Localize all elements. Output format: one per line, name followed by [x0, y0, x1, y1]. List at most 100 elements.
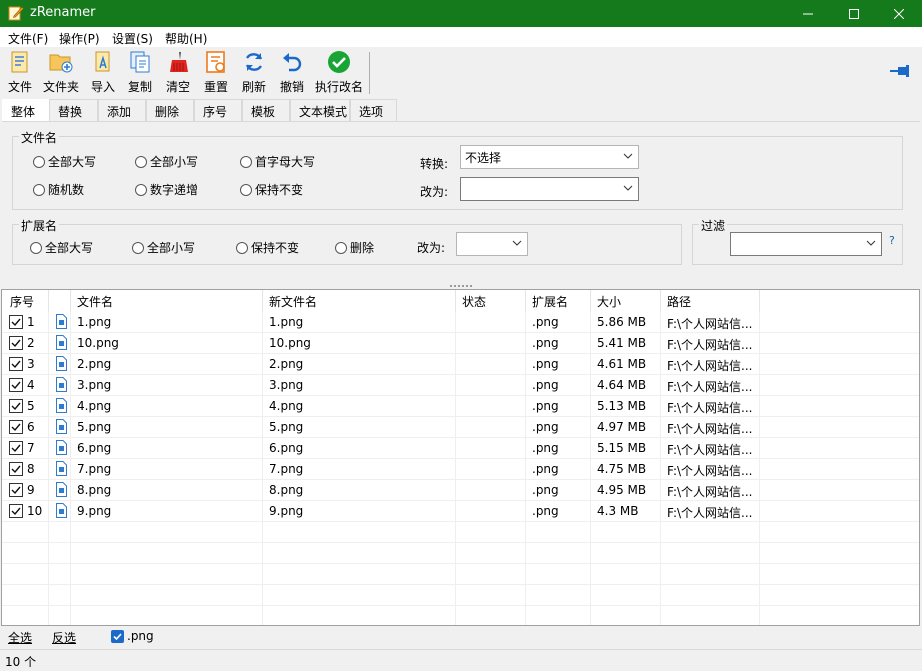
- ext-upper-radio[interactable]: 全部大写: [30, 239, 93, 256]
- row-checkbox[interactable]: [9, 441, 23, 455]
- row-checkbox[interactable]: [9, 357, 23, 371]
- file-open-icon: [11, 51, 28, 73]
- table-row[interactable]: 5 4.png 4.png .png 5.13 MB F:\个人网站信...: [2, 396, 919, 417]
- tab-delete[interactable]: 删除: [146, 99, 194, 121]
- col-header-path[interactable]: 路径: [661, 290, 760, 312]
- ext-filter-checkbox[interactable]: .png: [111, 629, 154, 643]
- filename-upper-radio[interactable]: 全部大写: [33, 153, 96, 170]
- close-icon: [894, 8, 904, 19]
- row-size: 5.15 MB: [591, 438, 661, 459]
- ext-lower-radio[interactable]: 全部小写: [132, 239, 195, 256]
- row-path: F:\个人网站信...: [661, 417, 760, 438]
- import-button[interactable]: 导入: [89, 49, 117, 95]
- execute-rename-button[interactable]: 执行改名: [314, 49, 364, 95]
- reset-button[interactable]: 重置: [202, 49, 230, 95]
- row-checkbox[interactable]: [9, 483, 23, 497]
- row-extension: .png: [526, 480, 591, 501]
- tab-options[interactable]: 选项: [350, 99, 397, 121]
- table-row[interactable]: 8 7.png 7.png .png 4.75 MB F:\个人网站信...: [2, 459, 919, 480]
- menu-file[interactable]: 文件(F): [8, 30, 48, 47]
- radio-circle-icon: [33, 155, 45, 168]
- maximize-button[interactable]: [831, 0, 877, 27]
- row-checkbox[interactable]: [9, 336, 23, 350]
- col-header-status[interactable]: 状态: [456, 290, 526, 312]
- filename-keep-radio[interactable]: 保持不变: [240, 181, 303, 198]
- row-checkbox[interactable]: [9, 399, 23, 413]
- copy-button[interactable]: 复制: [126, 49, 154, 95]
- empty-cell: [661, 522, 760, 543]
- col-header-index[interactable]: 序号: [2, 290, 49, 312]
- empty-cell: [49, 564, 71, 585]
- filename-group-title: 文件名: [19, 129, 60, 146]
- filename-capitalize-radio[interactable]: 首字母大写: [240, 153, 315, 170]
- filename-lower-radio[interactable]: 全部小写: [135, 153, 198, 170]
- row-index: 2: [27, 336, 35, 350]
- row-file-icon-cell: [49, 438, 71, 459]
- tab-number[interactable]: 序号: [194, 99, 242, 121]
- filename-increment-radio[interactable]: 数字递增: [135, 181, 198, 198]
- tab-replace[interactable]: 替换: [49, 99, 98, 121]
- folder-button[interactable]: 文件夹: [42, 49, 80, 95]
- tab-template[interactable]: 模板: [242, 99, 290, 121]
- splitter-grip-icon[interactable]: [447, 284, 477, 288]
- row-index: 10: [27, 504, 43, 518]
- row-file-icon-cell: [49, 312, 71, 333]
- radio-circle-icon: [33, 183, 45, 196]
- col-header-filename[interactable]: 文件名: [71, 290, 263, 312]
- table-row[interactable]: 10 9.png 9.png .png 4.3 MB F:\个人网站信...: [2, 501, 919, 522]
- menu-help[interactable]: 帮助(H): [165, 30, 207, 47]
- filename-random-radio[interactable]: 随机数: [33, 181, 84, 198]
- close-button[interactable]: [876, 0, 922, 27]
- png-file-icon: [56, 419, 67, 434]
- invert-selection-link[interactable]: 反选: [52, 629, 76, 646]
- undo-button[interactable]: 撤销: [278, 49, 306, 95]
- tab-add[interactable]: 添加: [98, 99, 146, 121]
- pin-button[interactable]: [888, 63, 912, 79]
- tab-text-mode[interactable]: 文本模式: [290, 99, 350, 121]
- table-row[interactable]: 4 3.png 3.png .png 4.64 MB F:\个人网站信...: [2, 375, 919, 396]
- col-header-extension[interactable]: 扩展名: [526, 290, 591, 312]
- row-index-cell: 6: [2, 417, 49, 438]
- col-header-icon[interactable]: [49, 290, 71, 312]
- row-path: F:\个人网站信...: [661, 312, 760, 333]
- ext-delete-radio[interactable]: 删除: [335, 239, 374, 256]
- table-row[interactable]: 9 8.png 8.png .png 4.95 MB F:\个人网站信...: [2, 480, 919, 501]
- tab-overall[interactable]: 整体: [2, 99, 49, 122]
- filter-group-title: 过滤: [699, 217, 728, 234]
- menu-operation[interactable]: 操作(P): [59, 30, 100, 47]
- row-index-cell: 3: [2, 354, 49, 375]
- file-button[interactable]: 文件: [6, 49, 34, 95]
- checkmark-icon: [11, 507, 21, 516]
- row-index: 4: [27, 378, 35, 392]
- refresh-button[interactable]: 刷新: [240, 49, 268, 95]
- table-row[interactable]: 1 1.png 1.png .png 5.86 MB F:\个人网站信...: [2, 312, 919, 333]
- clear-button[interactable]: 清空: [164, 49, 192, 95]
- row-checkbox[interactable]: [9, 504, 23, 518]
- row-checkbox[interactable]: [9, 315, 23, 329]
- col-header-size[interactable]: 大小: [591, 290, 661, 312]
- table-row[interactable]: 2 10.png 10.png .png 5.41 MB F:\个人网站信...: [2, 333, 919, 354]
- row-extension: .png: [526, 312, 591, 333]
- row-filename: 3.png: [71, 375, 263, 396]
- filter-help-link[interactable]: ?: [889, 234, 895, 247]
- table-row[interactable]: 7 6.png 6.png .png 5.15 MB F:\个人网站信...: [2, 438, 919, 459]
- filter-combo[interactable]: [730, 232, 882, 256]
- window-title: zRenamer: [30, 5, 96, 20]
- row-checkbox[interactable]: [9, 462, 23, 476]
- ext-change-combo[interactable]: [456, 232, 528, 256]
- col-header-new-filename[interactable]: 新文件名: [263, 290, 456, 312]
- table-row[interactable]: 6 5.png 5.png .png 4.97 MB F:\个人网站信...: [2, 417, 919, 438]
- filename-change-combo[interactable]: [460, 177, 639, 201]
- menu-settings[interactable]: 设置(S): [112, 30, 153, 47]
- row-path: F:\个人网站信...: [661, 333, 760, 354]
- convert-select[interactable]: 不选择: [460, 145, 639, 169]
- table-row[interactable]: 3 2.png 2.png .png 4.61 MB F:\个人网站信...: [2, 354, 919, 375]
- row-checkbox[interactable]: [9, 420, 23, 434]
- minimize-button[interactable]: [785, 0, 831, 27]
- empty-cell: [2, 606, 49, 625]
- select-all-link[interactable]: 全选: [8, 629, 32, 646]
- ext-keep-radio[interactable]: 保持不变: [236, 239, 299, 256]
- checkmark-icon: [11, 444, 21, 453]
- row-file-icon-cell: [49, 417, 71, 438]
- row-checkbox[interactable]: [9, 378, 23, 392]
